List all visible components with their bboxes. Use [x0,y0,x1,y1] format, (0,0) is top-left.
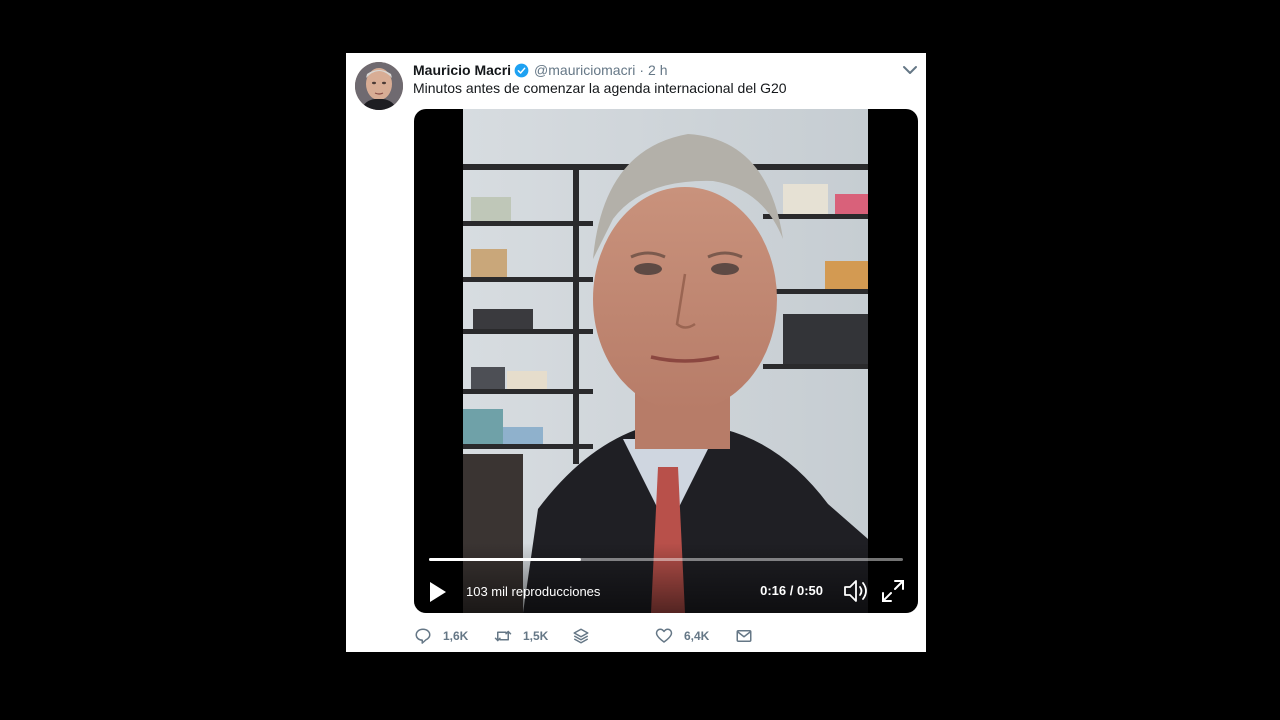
stack-icon [572,627,590,645]
video-frame [463,109,868,613]
author-handle[interactable]: @mauriciomacri [534,62,635,78]
reply-button[interactable]: 1,6K [414,625,468,647]
heart-icon [655,627,673,645]
fullscreen-icon[interactable] [881,579,905,603]
tweet-card: Mauricio Macri @mauriciomacri · 2 h Minu… [346,53,926,652]
verified-badge-icon [514,63,529,78]
author-name[interactable]: Mauricio Macri [413,62,511,78]
tweet-header: Mauricio Macri @mauriciomacri · 2 h [413,61,668,79]
retweet-count: 1,5K [523,629,549,643]
tweet-timestamp[interactable]: 2 h [648,62,667,78]
reply-count: 1,6K [443,629,469,643]
separator-dot: · [639,62,645,78]
author-avatar[interactable] [355,62,403,110]
like-button[interactable]: 6,4K [655,625,709,647]
retweet-button[interactable]: 1,5K [494,625,548,647]
view-count: 103 mil reproducciones [466,584,601,599]
retweet-icon [494,627,512,645]
video-progress-fill [429,558,581,561]
envelope-icon [735,627,753,645]
chevron-down-icon[interactable] [902,63,918,77]
stack-button[interactable] [572,625,590,647]
video-player[interactable]: 103 mil reproducciones 0:16 / 0:50 [414,109,918,613]
direct-message-button[interactable] [735,625,753,647]
tweet-actions: 1,6K 1,5K 6,4K [414,625,814,647]
video-progress-bar[interactable] [429,558,903,561]
reply-icon [414,627,432,645]
volume-icon[interactable] [842,578,870,604]
play-icon[interactable] [428,580,448,604]
video-time: 0:16 / 0:50 [760,583,823,598]
like-count: 6,4K [684,629,710,643]
tweet-text: Minutos antes de comenzar la agenda inte… [413,80,787,96]
